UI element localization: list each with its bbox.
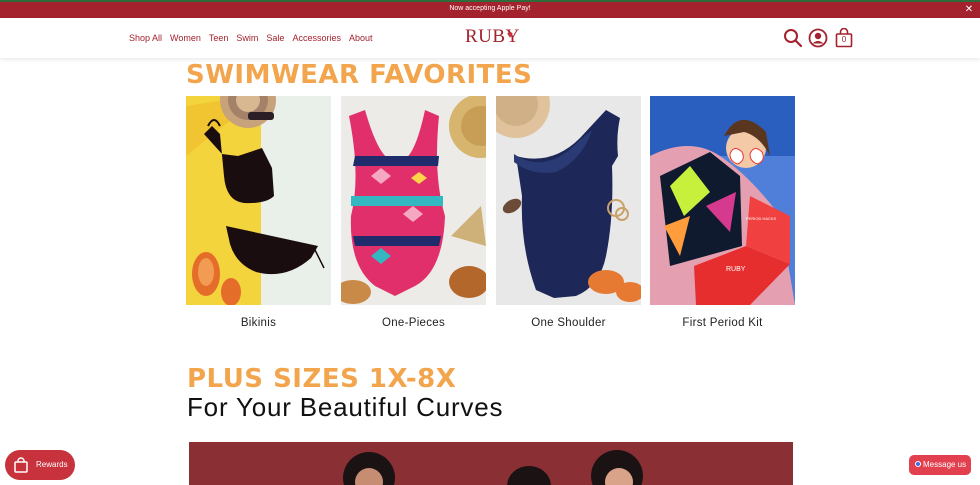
search-icon[interactable] — [783, 28, 803, 48]
promo-text: Now accepting Apple Pay! — [449, 5, 531, 12]
nav-swim[interactable]: Swim — [236, 33, 258, 43]
plus-sizes-subtitle: For Your Beautiful Curves — [187, 392, 504, 422]
rewards-button[interactable]: Rewards — [5, 450, 75, 480]
message-us-label: Message us — [923, 460, 967, 469]
product-card-one-pieces[interactable]: One-Pieces — [341, 96, 486, 329]
one-pieces-image — [341, 96, 486, 305]
cart-count: 0 — [841, 35, 847, 44]
card-label-one-shoulder[interactable]: One Shoulder — [496, 317, 641, 329]
product-card-one-shoulder[interactable]: One Shoulder — [496, 96, 641, 329]
promo-close-icon[interactable]: ✕ — [962, 3, 976, 17]
logo-heart-icon: ♥ — [507, 30, 514, 41]
plus-sizes-title: PLUS SIZES 1X-8X — [187, 364, 457, 394]
product-card-bikinis[interactable]: Bikinis — [186, 96, 331, 329]
card-label-first-period-kit[interactable]: First Period Kit — [650, 317, 795, 329]
card-label-bikinis[interactable]: Bikinis — [186, 317, 331, 329]
card-label-one-pieces[interactable]: One-Pieces — [341, 317, 486, 329]
message-us-button[interactable]: Message us — [909, 455, 971, 475]
plus-sizes-banner[interactable] — [189, 442, 793, 485]
main-nav: Shop All Women Teen Swim Sale Accessorie… — [129, 33, 372, 43]
swimwear-section-title: SWIMWEAR FAVORITES — [186, 60, 533, 90]
nav-sale[interactable]: Sale — [266, 33, 284, 43]
rewards-label: Rewards — [36, 460, 68, 469]
ruby-logo[interactable]: RUBY ♥ — [465, 26, 520, 48]
period-kit-box-logo: RUBY — [726, 266, 746, 273]
one-shoulder-image — [496, 96, 641, 305]
nav-about[interactable]: About — [349, 33, 373, 43]
period-kit-box-text: PERIOD HACKS — [746, 216, 777, 221]
shopping-bag-icon — [13, 457, 29, 473]
first-period-kit-image: RUBY PERIOD HACKS — [650, 96, 795, 305]
account-icon[interactable] — [808, 28, 828, 48]
nav-teen[interactable]: Teen — [209, 33, 229, 43]
cart-icon[interactable]: 0 — [835, 27, 855, 48]
nav-accessories[interactable]: Accessories — [292, 33, 341, 43]
bikinis-image — [186, 96, 331, 305]
promo-bar: Now accepting Apple Pay! ✕ — [0, 0, 980, 18]
chat-icon — [915, 461, 921, 467]
product-card-first-period-kit[interactable]: RUBY PERIOD HACKS First Period Kit — [650, 96, 795, 329]
nav-shop-all[interactable]: Shop All — [129, 33, 162, 43]
nav-women[interactable]: Women — [170, 33, 201, 43]
site-header: Shop All Women Teen Swim Sale Accessorie… — [0, 18, 980, 58]
